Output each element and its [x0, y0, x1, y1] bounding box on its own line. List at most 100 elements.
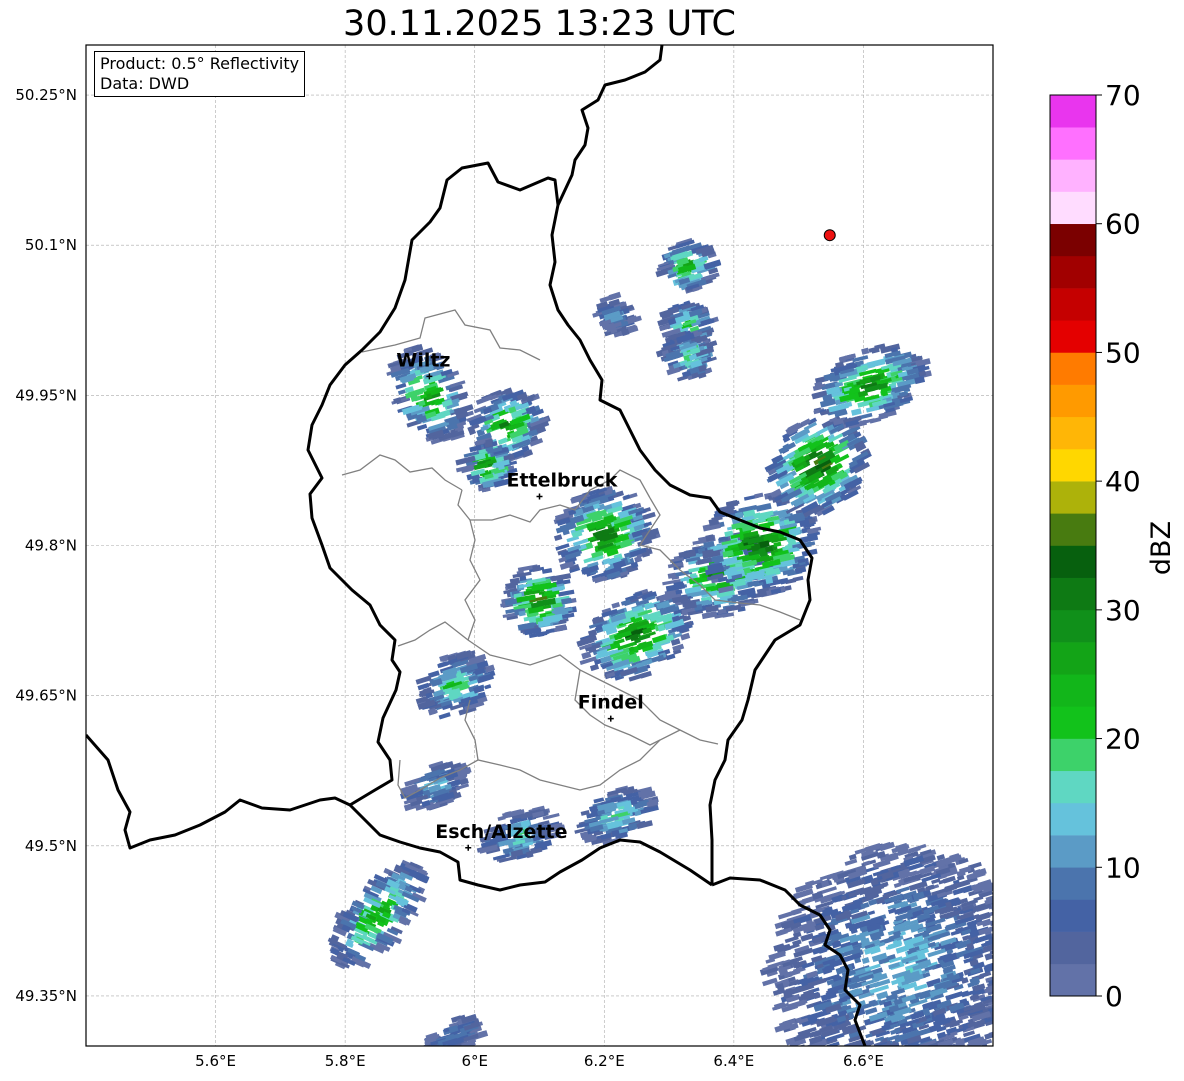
echo-cell [895, 1061, 915, 1070]
colorbar-segment [1050, 95, 1096, 128]
echo-cell [953, 1056, 968, 1064]
echo-cell [999, 923, 1007, 930]
colorbar-segment [1050, 159, 1096, 192]
radar-site-marker[interactable] [823, 229, 836, 242]
echo-cell [1016, 971, 1026, 978]
echo-cell [893, 1070, 901, 1076]
echo-cell [934, 1064, 948, 1073]
echo-cell [1013, 988, 1021, 993]
echo-cell [419, 1048, 439, 1059]
echo-cell [839, 1073, 856, 1081]
colorbar-tick-label: 70 [1105, 79, 1141, 112]
echo-cell [992, 971, 993, 979]
echo-cell [997, 981, 1007, 987]
echo-cell [991, 916, 993, 927]
echo-cell [918, 1064, 932, 1073]
echo-cell [997, 950, 1004, 956]
echo-cell [995, 890, 1002, 896]
echo-cell [942, 1062, 957, 1071]
echo-cell [858, 1073, 876, 1081]
lat-tick-label: 50.25°N [15, 86, 77, 104]
colorbar-segment [1050, 481, 1096, 514]
colorbar-segment [1050, 867, 1096, 900]
echo-cell [1000, 1005, 1009, 1011]
echo-cell [993, 897, 1012, 907]
colorbar-tick-label: 10 [1105, 851, 1141, 884]
echo-cell [825, 1054, 842, 1064]
echo-cell [918, 1052, 937, 1061]
echo-cell [815, 1051, 829, 1059]
echo-cell [998, 946, 1016, 955]
lon-tick-label: 6.2°E [584, 1052, 625, 1070]
colorbar-segment [1050, 835, 1096, 868]
echo-cell [896, 1058, 912, 1066]
product-label: Product: 0.5° Reflectivity [100, 54, 300, 73]
colorbar-segment [1050, 320, 1096, 353]
echo-cell [1002, 933, 1009, 938]
echo-cell [919, 1057, 926, 1063]
echo-cell [833, 1054, 843, 1062]
echo-cell [970, 1050, 983, 1058]
echo-cell [913, 1075, 924, 1081]
colorbar-segment [1050, 448, 1096, 482]
echo-cell [900, 1069, 909, 1077]
echo-cell [999, 1009, 1014, 1017]
lat-tick-label: 49.35°N [15, 987, 77, 1005]
latitude-tick-labels: 50.25°N 50.1°N 49.95°N 49.8°N 49.65°N 49.5°N 4… [15, 86, 77, 1005]
echo-cell [1000, 920, 1008, 927]
echo-cell [999, 954, 1017, 963]
city-label: Ettelbruck [507, 469, 618, 491]
echo-cell [991, 960, 993, 970]
echo-cell [1004, 915, 1012, 922]
echo-cell [919, 1054, 933, 1063]
echo-cell [994, 919, 1010, 927]
echo-cell [880, 1075, 894, 1081]
echo-cell [994, 958, 1005, 966]
echo-cell [997, 954, 1011, 962]
colorbar-segment [1050, 352, 1096, 385]
echo-cell [916, 1076, 927, 1081]
echo-cell [915, 1067, 924, 1074]
echo-cell [991, 903, 993, 915]
echo-cell [886, 1061, 899, 1070]
echo-cell [1009, 934, 1018, 940]
echo-cell [1006, 971, 1019, 979]
lat-tick-label: 49.8°N [25, 537, 77, 555]
echo-cell [900, 1073, 909, 1078]
lat-tick-label: 50.1°N [25, 236, 77, 254]
echo-cell [1015, 929, 1025, 937]
colorbar-tick-label: 50 [1105, 336, 1141, 369]
echo-cell [886, 1061, 895, 1067]
echo-cell [828, 1059, 836, 1065]
echo-cell [443, 1051, 456, 1058]
echo-cell [996, 968, 1015, 978]
echo-cell [895, 1060, 915, 1070]
colorbar-tick-label: 40 [1105, 465, 1141, 498]
echo-cell [933, 1062, 940, 1067]
echo-cell [1004, 998, 1012, 1005]
echo-cell [1000, 976, 1017, 986]
echo-cell [1014, 961, 1021, 966]
data-source-label: Data: DWD [100, 74, 190, 93]
colorbar-segment [1050, 223, 1096, 257]
lon-tick-label: 6°E [461, 1052, 488, 1070]
echo-cell [850, 1076, 869, 1081]
echo-cell [1001, 1015, 1012, 1022]
echo-cell [914, 1049, 928, 1058]
echo-cell [816, 1051, 824, 1059]
echo-cell [998, 991, 1013, 999]
echo-cell [890, 1072, 898, 1079]
city-label: Findel [578, 692, 644, 714]
echo-cell [436, 1045, 448, 1046]
echo-cell [998, 1005, 1010, 1012]
echo-cell [1002, 984, 1019, 994]
echo-cell [998, 1012, 1016, 1021]
echo-cell [1006, 995, 1020, 1003]
echo-cell [422, 1047, 433, 1053]
echo-cell [952, 1056, 970, 1065]
echo-cell [923, 1074, 940, 1081]
colorbar-segment [1050, 738, 1096, 772]
echo-cell [999, 957, 1006, 964]
echo-cell [958, 1045, 978, 1046]
echo-cell [817, 1051, 829, 1058]
